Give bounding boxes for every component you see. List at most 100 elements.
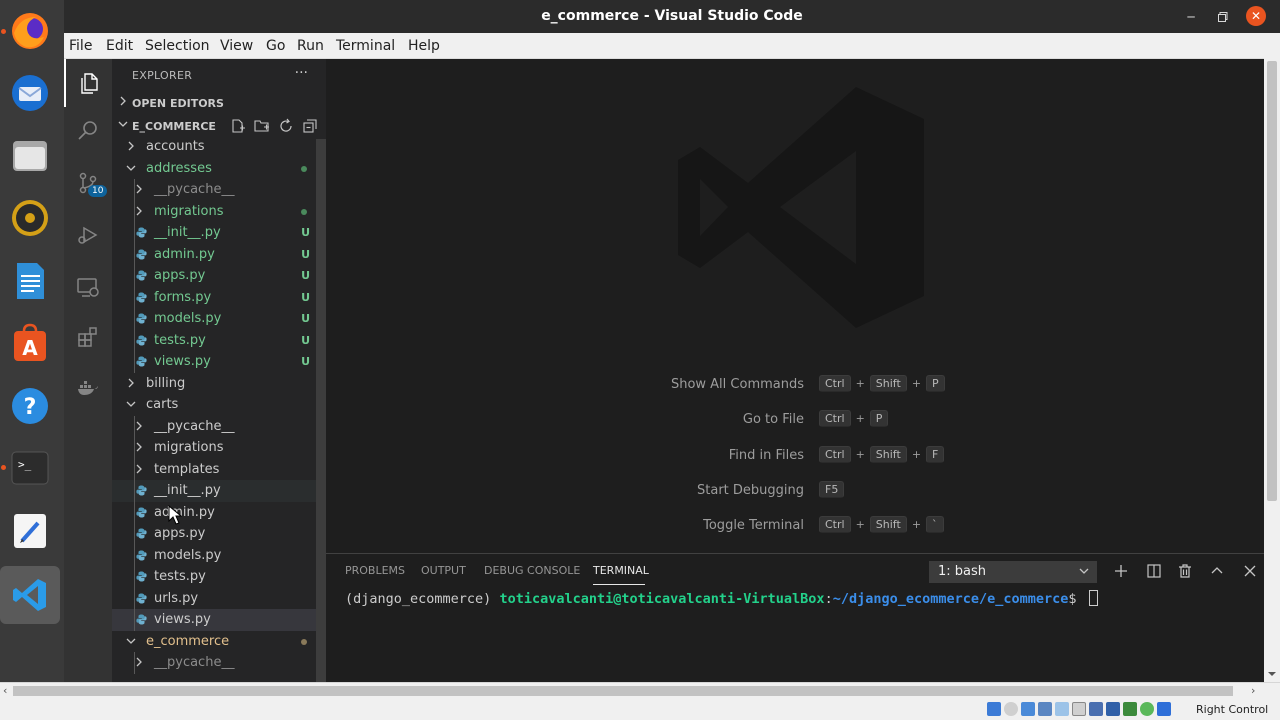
terminal-prompt-line[interactable]: (django_ecommerce) toticavalcanti@totica… <box>345 590 1098 607</box>
file-item[interactable]: admin.py U <box>112 244 316 266</box>
menu-view[interactable]: View <box>220 38 253 54</box>
file-item[interactable]: apps.py U <box>112 265 316 287</box>
hard-disk-icon[interactable] <box>987 702 1001 716</box>
display-icon[interactable] <box>1089 702 1103 716</box>
menu-go[interactable]: Go <box>266 38 285 54</box>
new-terminal-icon[interactable] <box>1112 562 1130 580</box>
menu-file[interactable]: File <box>69 38 92 54</box>
scroll-thumb[interactable] <box>13 686 1233 696</box>
terminal-icon[interactable]: >_ <box>7 445 53 491</box>
file-name: apps.py <box>154 526 206 541</box>
folder-item[interactable]: accounts <box>112 136 316 158</box>
run-debug-activity-icon[interactable] <box>64 211 112 259</box>
folder-item[interactable]: migrations <box>112 437 316 459</box>
libreoffice-writer-icon[interactable] <box>7 258 53 304</box>
file-item[interactable]: models.py <box>112 545 316 567</box>
menu-edit[interactable]: Edit <box>106 38 133 54</box>
key-plus: + <box>855 518 865 531</box>
folder-item[interactable]: e_commerce <box>112 631 316 653</box>
file-item[interactable]: urls.py <box>112 588 316 610</box>
sidebar-scrollbar[interactable] <box>316 139 326 682</box>
rhythmbox-icon[interactable] <box>7 195 53 241</box>
extensions-activity-icon[interactable] <box>64 313 112 361</box>
folder-item[interactable]: __pycache__ <box>112 652 316 674</box>
vscode-dock-icon[interactable] <box>0 566 60 624</box>
source-control-activity-icon[interactable]: 10 <box>64 159 112 207</box>
file-item[interactable]: admin.py <box>112 502 316 524</box>
svg-text:?: ? <box>24 395 37 420</box>
menu-run[interactable]: Run <box>297 38 324 54</box>
shortcut-row[interactable]: Toggle Terminal Ctrl + Shift + ` <box>326 516 1264 536</box>
menu-terminal[interactable]: Terminal <box>336 38 395 54</box>
shortcut-row[interactable]: Start Debugging F5 <box>326 481 1264 501</box>
text-editor-icon[interactable] <box>7 508 53 554</box>
docker-activity-icon[interactable] <box>64 363 112 411</box>
folder-item[interactable]: templates <box>112 459 316 481</box>
maximize-button[interactable] <box>1212 6 1234 28</box>
file-item[interactable]: tests.py U <box>112 330 316 352</box>
close-button[interactable]: ✕ <box>1246 6 1266 26</box>
maximize-panel-icon[interactable] <box>1208 562 1226 580</box>
thunderbird-icon[interactable] <box>7 70 53 116</box>
explorer-activity-icon[interactable] <box>64 59 112 107</box>
virtualization-icon[interactable] <box>1123 702 1137 716</box>
folder-item[interactable]: addresses <box>112 158 316 180</box>
usb-icon[interactable] <box>1055 702 1069 716</box>
tab-debug-console[interactable]: DEBUG CONSOLE <box>484 564 580 577</box>
file-item[interactable]: __init__.py <box>112 480 316 502</box>
file-item[interactable]: views.py U <box>112 351 316 373</box>
file-item[interactable]: apps.py <box>112 523 316 545</box>
shared-folders-icon[interactable] <box>1072 702 1086 716</box>
tab-terminal[interactable]: TERMINAL <box>593 564 649 577</box>
split-terminal-icon[interactable] <box>1145 562 1163 580</box>
menu-help[interactable]: Help <box>408 38 440 54</box>
optical-drive-icon[interactable] <box>1004 702 1018 716</box>
help-icon[interactable]: ? <box>7 383 53 429</box>
host-key-icon[interactable] <box>1157 702 1171 716</box>
scroll-down-arrow-icon[interactable] <box>1268 670 1276 678</box>
ubuntu-software-icon[interactable]: A <box>7 320 53 366</box>
new-folder-icon[interactable] <box>254 118 270 137</box>
minimize-button[interactable]: ─ <box>1180 6 1202 28</box>
folder-item[interactable]: migrations <box>112 201 316 223</box>
kill-terminal-icon[interactable] <box>1176 562 1194 580</box>
folder-item[interactable]: billing <box>112 373 316 395</box>
shortcut-row[interactable]: Show All Commands Ctrl + Shift + P <box>326 375 1264 395</box>
close-panel-icon[interactable] <box>1241 562 1259 580</box>
guest-additions-icon[interactable] <box>1140 702 1154 716</box>
tab-problems[interactable]: PROBLEMS <box>345 564 405 577</box>
scroll-left-arrow-icon[interactable]: ‹ <box>3 684 7 697</box>
audio-icon[interactable] <box>1021 702 1035 716</box>
file-item[interactable]: models.py U <box>112 308 316 330</box>
file-item[interactable]: views.py <box>112 609 316 631</box>
folder-item[interactable]: carts <box>112 394 316 416</box>
file-item[interactable]: __init__.py U <box>112 222 316 244</box>
firefox-icon[interactable] <box>7 8 53 54</box>
files-icon[interactable] <box>7 132 53 178</box>
new-file-icon[interactable] <box>230 118 246 137</box>
search-activity-icon[interactable] <box>64 107 112 155</box>
more-actions-icon[interactable]: ··· <box>295 65 308 81</box>
open-editors-section[interactable]: OPEN EDITORS <box>112 92 326 114</box>
network-icon[interactable] <box>1038 702 1052 716</box>
collapse-all-icon[interactable] <box>302 118 318 137</box>
window-vertical-scrollbar[interactable] <box>1264 33 1280 682</box>
menu-selection[interactable]: Selection <box>145 38 210 54</box>
file-item[interactable]: tests.py <box>112 566 316 588</box>
video-capture-icon[interactable] <box>1106 702 1120 716</box>
scroll-right-arrow-icon[interactable]: › <box>1251 684 1255 697</box>
shortcut-row[interactable]: Find in Files Ctrl + Shift + F <box>326 446 1264 466</box>
file-item[interactable]: forms.py U <box>112 287 316 309</box>
folder-item[interactable]: __pycache__ <box>112 416 316 438</box>
window-horizontal-scrollbar[interactable]: ‹ › <box>0 682 1280 699</box>
remote-explorer-activity-icon[interactable] <box>64 263 112 311</box>
folder-item[interactable]: __pycache__ <box>112 179 316 201</box>
tab-output[interactable]: OUTPUT <box>421 564 466 577</box>
scroll-thumb[interactable] <box>1267 61 1277 501</box>
terminal-select[interactable]: 1: bash <box>929 561 1097 583</box>
workspace-section[interactable]: E_COMMERCE <box>112 115 326 137</box>
shortcut-row[interactable]: Go to File Ctrl + P <box>326 410 1264 430</box>
open-editors-label: OPEN EDITORS <box>132 97 224 110</box>
keycap: P <box>869 410 889 427</box>
refresh-icon[interactable] <box>278 118 294 137</box>
